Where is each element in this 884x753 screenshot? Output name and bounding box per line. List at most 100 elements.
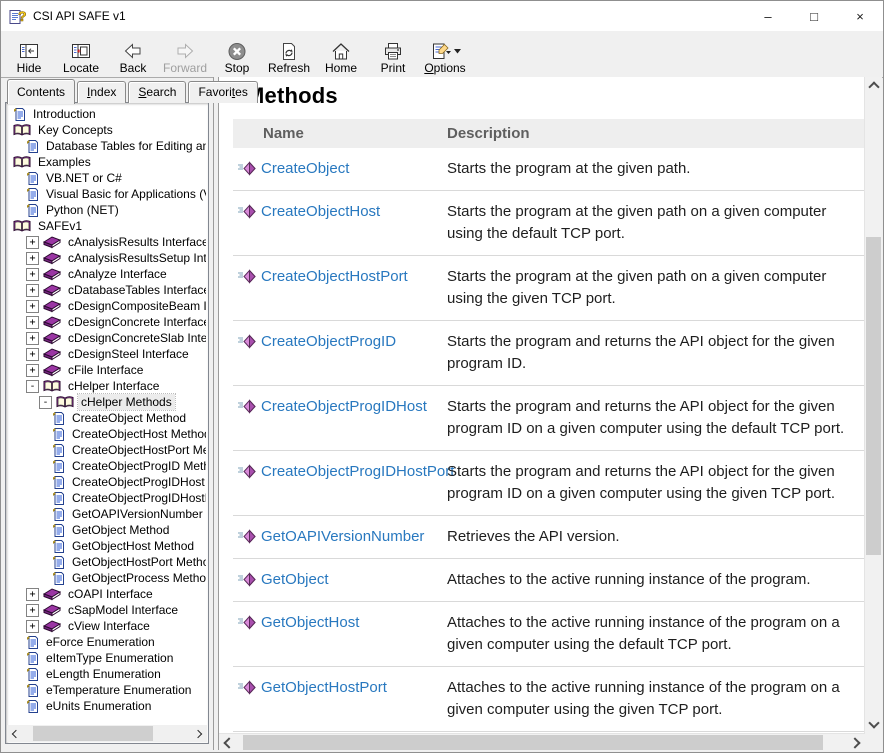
- method-link[interactable]: GetObjectHost: [261, 612, 359, 633]
- tree-item-cfile-interface[interactable]: +cFile Interface: [9, 362, 206, 378]
- scroll-down-button[interactable]: [865, 716, 882, 733]
- tree-item-cdesigncompositebeam-interfac[interactable]: +cDesignCompositeBeam Interfac: [9, 298, 206, 314]
- method-name-cell: CreateObject: [233, 158, 447, 180]
- method-link[interactable]: CreateObjectProgIDHostPort: [261, 461, 454, 482]
- tree-item-createobject-method[interactable]: CreateObject Method: [9, 410, 206, 426]
- method-link[interactable]: CreateObjectProgIDHost: [261, 396, 427, 417]
- tree-item-getobjectprocess-method[interactable]: GetObjectProcess Method: [9, 570, 206, 586]
- tab-contents[interactable]: Contents: [7, 79, 75, 104]
- scroll-up-button[interactable]: [865, 77, 882, 94]
- collapse-minus-icon[interactable]: -: [39, 396, 52, 409]
- toolbar-refresh-button[interactable]: Refresh: [263, 32, 315, 77]
- toolbar-back-button[interactable]: Back: [107, 32, 159, 77]
- close-button[interactable]: ×: [837, 1, 883, 31]
- tree-item-cdesignconcreteslab-interface[interactable]: +cDesignConcreteSlab Interface: [9, 330, 206, 346]
- tree-item-createobjectprogid-method[interactable]: CreateObjectProgID Method: [9, 458, 206, 474]
- tree-scrollbar-thumb[interactable]: [33, 726, 153, 741]
- tree-item-canalysisresults-interface[interactable]: +cAnalysisResults Interface: [9, 234, 206, 250]
- tree-item-eforce-enumeration[interactable]: eForce Enumeration: [9, 634, 206, 650]
- tree-item-cdatabasetables-interface[interactable]: +cDatabaseTables Interface: [9, 282, 206, 298]
- tree-item-introduction[interactable]: Introduction: [9, 106, 206, 122]
- scroll-right-button[interactable]: [848, 734, 865, 751]
- method-link[interactable]: CreateObjectHostPort: [261, 266, 408, 287]
- tree-item-eitemtype-enumeration[interactable]: eItemType Enumeration: [9, 650, 206, 666]
- scroll-right-icon[interactable]: [194, 729, 202, 737]
- toolbar-locate-button[interactable]: Locate: [55, 32, 107, 77]
- tree-item-getobject-method[interactable]: GetObject Method: [9, 522, 206, 538]
- toolbar-options-button[interactable]: Options: [419, 32, 471, 77]
- expand-plus-icon[interactable]: +: [26, 620, 39, 633]
- scroll-left-button[interactable]: [219, 734, 236, 751]
- method-link[interactable]: CreateObjectHost: [261, 201, 380, 222]
- section-heading[interactable]: Methods: [233, 83, 864, 109]
- expand-plus-icon[interactable]: +: [26, 268, 39, 281]
- tree-item-canalysisresultssetup-interface[interactable]: +cAnalysisResultsSetup Interface: [9, 250, 206, 266]
- toolbar-hide-button[interactable]: Hide: [3, 32, 55, 77]
- tree-item-elength-enumeration[interactable]: eLength Enumeration: [9, 666, 206, 682]
- tree-item-cdesignconcrete-interface[interactable]: +cDesignConcrete Interface: [9, 314, 206, 330]
- vertical-scrollbar[interactable]: [864, 77, 882, 733]
- tree-item-chelper-interface[interactable]: -cHelper Interface: [9, 378, 206, 394]
- expand-plus-icon[interactable]: +: [26, 364, 39, 377]
- tree-item-safev1[interactable]: SAFEv1: [9, 218, 206, 234]
- tree-item-etemperature-enumeration[interactable]: eTemperature Enumeration: [9, 682, 206, 698]
- tree-item-createobjectprogidhostport-me[interactable]: CreateObjectProgIDHostPort Me: [9, 490, 206, 506]
- method-row-createobjecthost: CreateObjectHostStarts the program at th…: [233, 190, 864, 255]
- column-header-description: Description: [447, 125, 864, 142]
- tree-item-coapi-interface[interactable]: +cOAPI Interface: [9, 586, 206, 602]
- tree-item-examples[interactable]: Examples: [9, 154, 206, 170]
- horizontal-scrollbar-thumb[interactable]: [243, 735, 823, 750]
- scroll-left-icon[interactable]: [12, 729, 20, 737]
- tree-item-getobjecthost-method[interactable]: GetObjectHost Method: [9, 538, 206, 554]
- public-method-icon: [237, 201, 261, 219]
- tree-item-getobjecthostport-method[interactable]: GetObjectHostPort Method: [9, 554, 206, 570]
- tree-item-database-tables-for-editing-and-d[interactable]: Database Tables for Editing and D: [9, 138, 206, 154]
- method-link[interactable]: GetOAPIVersionNumber: [261, 526, 424, 547]
- method-link[interactable]: CreateObjectProgID: [261, 331, 396, 352]
- method-link[interactable]: CreateObject: [261, 158, 349, 179]
- expand-plus-icon[interactable]: +: [26, 236, 39, 249]
- collapse-minus-icon[interactable]: -: [26, 380, 39, 393]
- method-description: Attaches to the active running instance …: [447, 612, 864, 656]
- expand-plus-icon[interactable]: +: [26, 332, 39, 345]
- tree-item-cdesignsteel-interface[interactable]: +cDesignSteel Interface: [9, 346, 206, 362]
- expand-plus-icon[interactable]: +: [26, 604, 39, 617]
- tree-item-createobjectprogidhost-method[interactable]: CreateObjectProgIDHost Method: [9, 474, 206, 490]
- tree-item-cview-interface[interactable]: +cView Interface: [9, 618, 206, 634]
- expand-plus-icon[interactable]: +: [26, 284, 39, 297]
- tree-item-python-net[interactable]: Python (NET): [9, 202, 206, 218]
- method-link[interactable]: GetObject: [261, 569, 329, 590]
- tree-item-key-concepts[interactable]: Key Concepts: [9, 122, 206, 138]
- tree-item-vb-net-or-c[interactable]: VB.NET or C#: [9, 170, 206, 186]
- tree-horizontal-scrollbar[interactable]: [7, 725, 207, 742]
- expand-plus-icon[interactable]: +: [26, 300, 39, 313]
- expand-plus-icon[interactable]: +: [26, 588, 39, 601]
- page-icon: [52, 443, 65, 458]
- tree-item-csapmodel-interface[interactable]: +cSapModel Interface: [9, 602, 206, 618]
- tab-search[interactable]: Search: [128, 81, 186, 103]
- tree-item-getoapiversionnumber-method[interactable]: GetOAPIVersionNumber Method: [9, 506, 206, 522]
- public-method-icon: [237, 677, 261, 695]
- tab-index[interactable]: Index: [77, 81, 126, 103]
- expand-plus-icon[interactable]: +: [26, 348, 39, 361]
- expand-plus-icon[interactable]: +: [26, 252, 39, 265]
- tree-item-createobjecthost-method[interactable]: CreateObjectHost Method: [9, 426, 206, 442]
- expand-plus-icon[interactable]: +: [26, 316, 39, 329]
- horizontal-scrollbar[interactable]: [219, 733, 865, 751]
- book-closed-icon: [43, 619, 61, 633]
- tree-item-eunits-enumeration[interactable]: eUnits Enumeration: [9, 698, 206, 714]
- method-name-cell: CreateObjectHost: [233, 201, 447, 245]
- vertical-scrollbar-thumb[interactable]: [866, 237, 881, 555]
- method-description: Starts the program and returns the API o…: [447, 331, 864, 375]
- toolbar-print-button[interactable]: Print: [367, 32, 419, 77]
- tree-item-visual-basic-for-applications-vba[interactable]: Visual Basic for Applications (VBA): [9, 186, 206, 202]
- toolbar-home-button[interactable]: Home: [315, 32, 367, 77]
- tree-item-createobjecthostport-method[interactable]: CreateObjectHostPort Method: [9, 442, 206, 458]
- toolbar-stop-button[interactable]: Stop: [211, 32, 263, 77]
- tree-item-canalyze-interface[interactable]: +cAnalyze Interface: [9, 266, 206, 282]
- method-link[interactable]: GetObjectHostPort: [261, 677, 387, 698]
- minimize-button[interactable]: –: [745, 1, 791, 31]
- tree-item-chelper-methods[interactable]: -cHelper Methods: [9, 394, 206, 410]
- tab-favorites[interactable]: Favorites: [188, 81, 257, 103]
- maximize-button[interactable]: □: [791, 1, 837, 31]
